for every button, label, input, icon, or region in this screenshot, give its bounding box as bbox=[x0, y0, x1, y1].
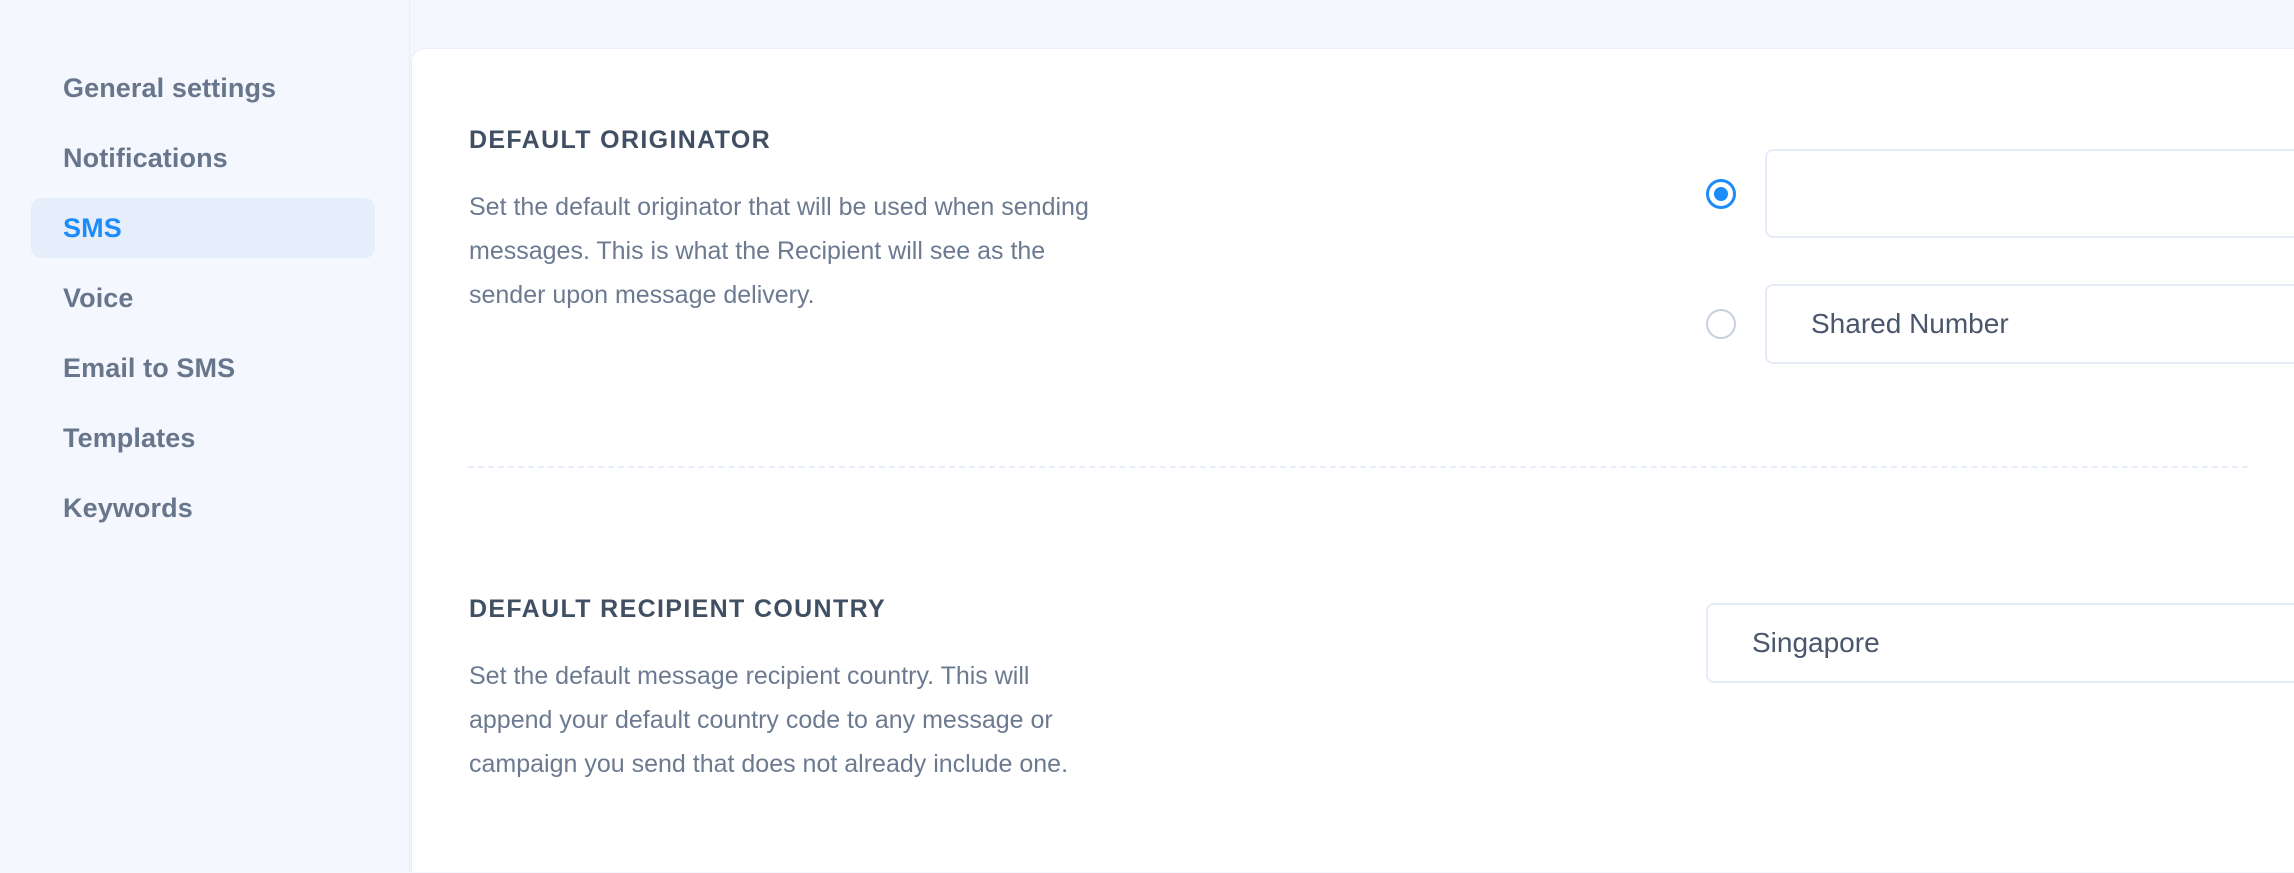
settings-content-panel: DEFAULT ORIGINATOR Set the default origi… bbox=[411, 48, 2294, 872]
sidebar-item-templates[interactable]: Templates bbox=[31, 408, 375, 468]
recipient-country-controls: Singapore bbox=[1706, 603, 2294, 683]
originator-select-value: Shared Number bbox=[1811, 310, 2009, 338]
section-default-recipient-country: DEFAULT RECIPIENT COUNTRY Set the defaul… bbox=[412, 467, 2294, 873]
originator-select[interactable]: Shared Number bbox=[1765, 284, 2294, 364]
section-text-block: DEFAULT RECIPIENT COUNTRY Set the defaul… bbox=[469, 596, 1109, 786]
sidebar-item-keywords[interactable]: Keywords bbox=[31, 478, 375, 538]
sidebar-item-label: Keywords bbox=[63, 495, 193, 522]
sidebar-item-sms[interactable]: SMS bbox=[31, 198, 375, 258]
section-default-originator: DEFAULT ORIGINATOR Set the default origi… bbox=[412, 49, 2294, 467]
section-description: Set the default originator that will be … bbox=[469, 185, 1094, 317]
settings-sidebar: General settings Notifications SMS Voice… bbox=[0, 0, 410, 872]
sidebar-nav-list: General settings Notifications SMS Voice… bbox=[0, 58, 409, 538]
section-text-block: DEFAULT ORIGINATOR Set the default origi… bbox=[469, 127, 1109, 317]
originator-controls: Shared Number bbox=[1706, 149, 2294, 364]
radio-originator-shared-number[interactable] bbox=[1706, 309, 1736, 339]
originator-option-custom bbox=[1706, 149, 2294, 238]
sidebar-item-label: Email to SMS bbox=[63, 355, 235, 382]
radio-originator-custom[interactable] bbox=[1706, 179, 1736, 209]
recipient-country-select-value: Singapore bbox=[1752, 629, 1880, 657]
sidebar-item-general-settings[interactable]: General settings bbox=[31, 58, 375, 118]
sidebar-item-email-to-sms[interactable]: Email to SMS bbox=[31, 338, 375, 398]
originator-option-shared-number: Shared Number bbox=[1706, 284, 2294, 364]
originator-text-input-wrapper[interactable] bbox=[1765, 149, 2294, 238]
sidebar-item-notifications[interactable]: Notifications bbox=[31, 128, 375, 188]
sidebar-item-label: Voice bbox=[63, 285, 134, 312]
sidebar-item-label: Templates bbox=[63, 425, 195, 452]
sidebar-item-label: SMS bbox=[63, 215, 122, 242]
section-heading: DEFAULT RECIPIENT COUNTRY bbox=[469, 596, 1109, 624]
settings-page: General settings Notifications SMS Voice… bbox=[0, 0, 2294, 872]
section-heading: DEFAULT ORIGINATOR bbox=[469, 127, 1109, 155]
sidebar-item-label: General settings bbox=[63, 75, 276, 102]
recipient-country-select[interactable]: Singapore bbox=[1706, 603, 2294, 683]
sidebar-item-voice[interactable]: Voice bbox=[31, 268, 375, 328]
section-description: Set the default message recipient countr… bbox=[469, 654, 1094, 786]
sidebar-item-label: Notifications bbox=[63, 145, 228, 172]
